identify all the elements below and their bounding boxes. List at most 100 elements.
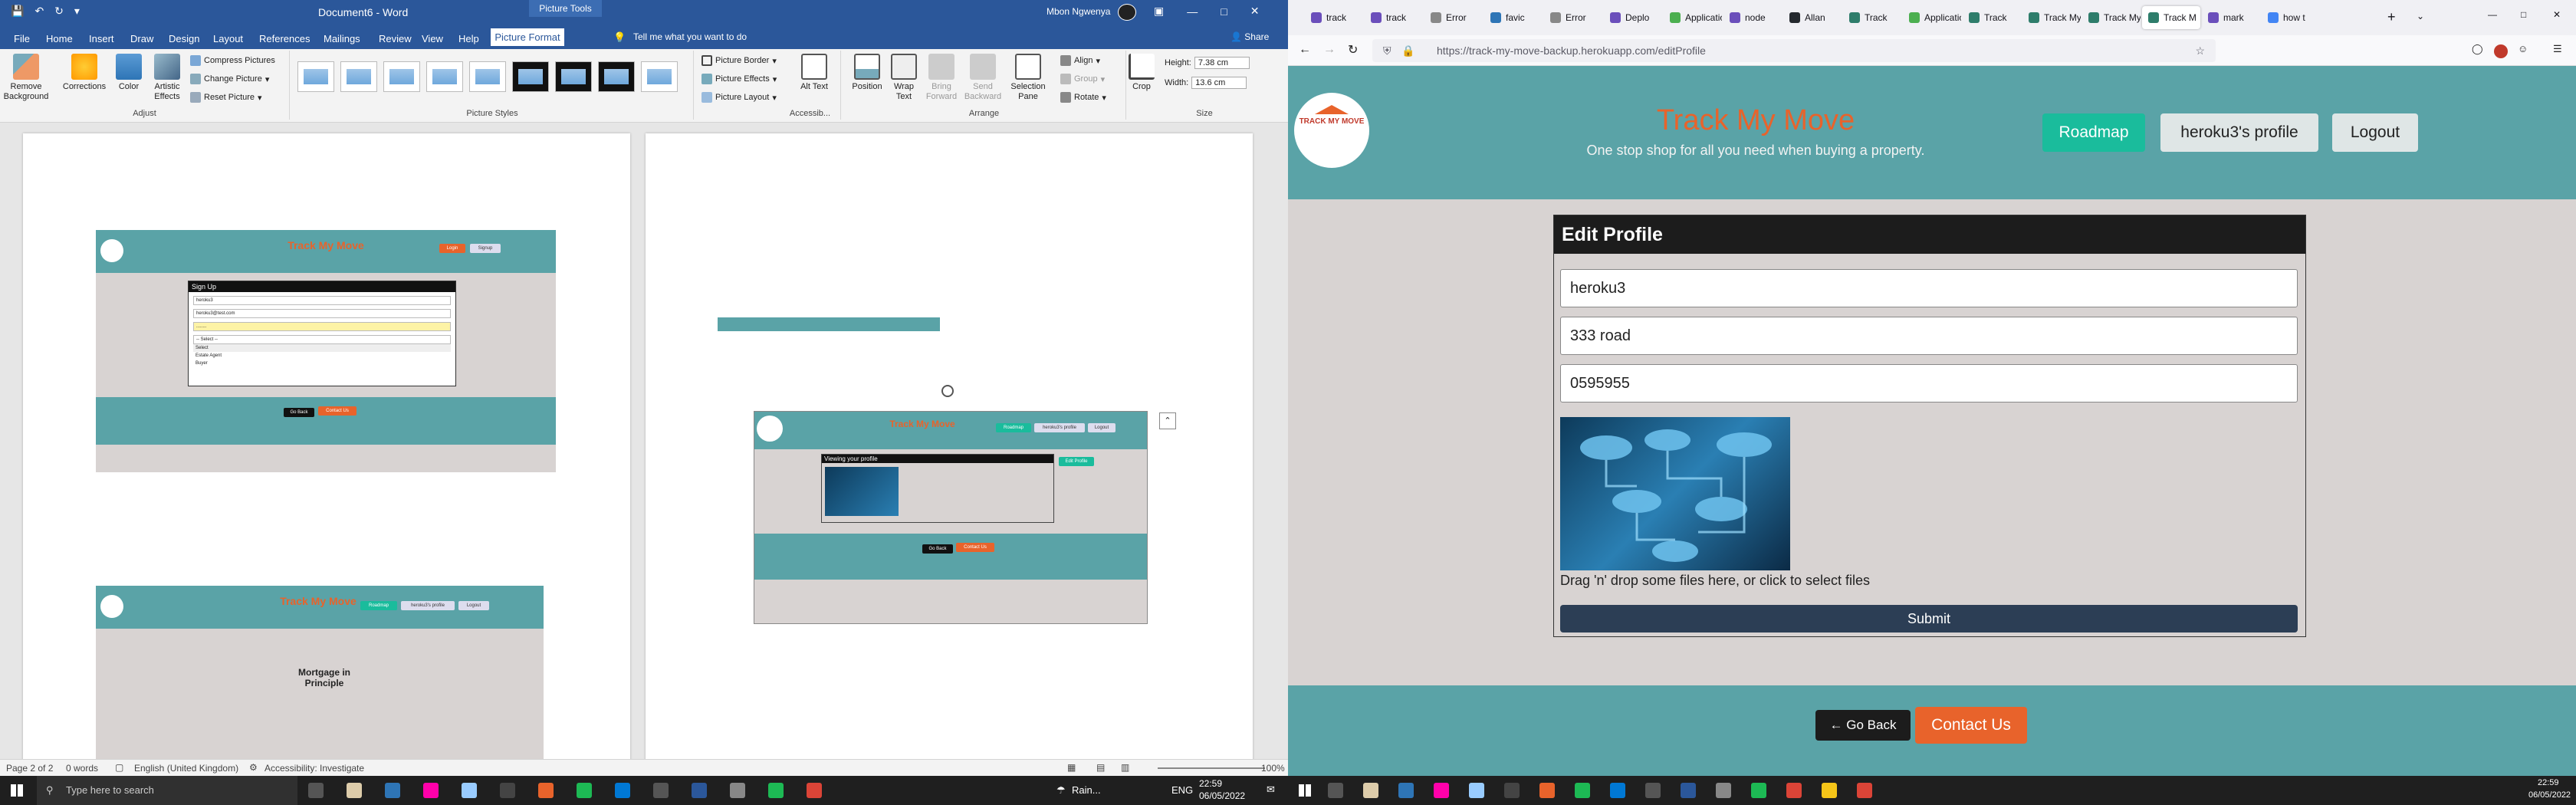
tab-list-icon[interactable]: ⌄ (2417, 11, 2424, 21)
redo-icon[interactable]: ↻ (54, 5, 64, 18)
proofing-icon[interactable]: ▢ (115, 762, 123, 773)
ribbon-tab-references[interactable]: References (259, 33, 324, 44)
word-count[interactable]: 0 words (66, 763, 98, 774)
taskbar-app-icon[interactable] (423, 783, 439, 798)
selection-pane-button[interactable]: Selection Pane (1007, 54, 1050, 102)
taskbar-app-icon[interactable] (768, 783, 784, 798)
taskbar-app-icon[interactable] (653, 783, 669, 798)
page-count[interactable]: Page 2 of 2 (6, 763, 53, 774)
alt-text-button[interactable]: Alt Text (795, 54, 833, 92)
browser-tab[interactable]: Track (1843, 6, 1901, 29)
width-input[interactable]: 13.6 cm (1191, 77, 1247, 89)
signup-screenshot[interactable]: Track My Move Login Signup Sign Up herok… (96, 230, 556, 472)
position-button[interactable]: Position (849, 54, 886, 92)
taskbar-app-icon[interactable] (308, 783, 324, 798)
print-layout-icon[interactable]: ▤ (1096, 762, 1105, 773)
zoom-slider[interactable] (1158, 767, 1265, 769)
picture-effects-button[interactable]: Picture Effects ▾ (702, 74, 777, 84)
clock-date[interactable]: 06/05/2022 (1199, 790, 1245, 801)
taskbar-app-icon[interactable] (1398, 783, 1414, 798)
taskbar-app-icon[interactable] (1539, 783, 1555, 798)
picture-border-button[interactable]: Picture Border ▾ (702, 55, 777, 66)
user-avatar[interactable] (1118, 4, 1136, 21)
taskbar-app-icon[interactable] (1681, 783, 1696, 798)
wrap-text-button[interactable]: Wrap Text (889, 54, 919, 102)
new-tab-icon[interactable]: + (2387, 9, 2396, 25)
go-back-button[interactable]: ← Go Back (1815, 710, 1911, 741)
windows-start-icon-right[interactable] (1299, 784, 1311, 797)
rotate-handle-icon[interactable] (941, 385, 954, 397)
ribbon-tab-design[interactable]: Design (169, 33, 213, 44)
clock-date-right[interactable]: 06/05/2022 (2528, 790, 2571, 800)
taskbar-app-icon[interactable] (1363, 783, 1378, 798)
browser-tab[interactable]: node (1723, 6, 1782, 29)
windows-start-icon[interactable] (11, 784, 23, 797)
browser-tab[interactable]: mark (2202, 6, 2260, 29)
taskbar-app-icon[interactable] (1857, 783, 1872, 798)
submit-button[interactable]: Submit (1560, 605, 2298, 632)
reset-picture-button[interactable]: Reset Picture ▾ (190, 92, 262, 103)
browser-tab[interactable]: Track My (2022, 6, 2081, 29)
taskbar-app-icon[interactable] (538, 783, 554, 798)
bring-forward-button[interactable]: Bring Forward (922, 54, 961, 102)
back-icon[interactable]: ← (1299, 43, 1311, 57)
change-picture-button[interactable]: Change Picture ▾ (190, 74, 269, 84)
picture-style-option[interactable] (297, 61, 334, 92)
ribbon-display-icon[interactable]: ▣ (1154, 5, 1164, 18)
artistic-effects-button[interactable]: Artistic Effects (147, 54, 187, 102)
roadmap-button[interactable]: Roadmap (2042, 113, 2145, 152)
picture-layout-button[interactable]: Picture Layout ▾ (702, 92, 777, 103)
taskbar-app-icon[interactable] (462, 783, 477, 798)
profile-button[interactable]: heroku3's profile (2160, 113, 2318, 152)
document-page-1[interactable]: Track My Move Login Signup Sign Up herok… (23, 133, 630, 762)
account-icon[interactable]: ☺ (2518, 43, 2528, 54)
taskbar-app-icon[interactable] (692, 783, 707, 798)
close-icon[interactable]: ✕ (1250, 5, 1260, 18)
ribbon-tab-picture-format[interactable]: Picture Format (491, 28, 564, 46)
ribbon-tab-mailings[interactable]: Mailings (324, 33, 379, 44)
browser-tab[interactable]: track (1365, 6, 1423, 29)
extension-icon[interactable] (2494, 44, 2508, 58)
browser-minimize-icon[interactable]: — (2488, 9, 2497, 20)
taskbar-app-icon[interactable] (1716, 783, 1731, 798)
address-input[interactable]: 333 road (1560, 317, 2298, 355)
maximize-icon[interactable]: □ (1221, 5, 1227, 18)
zoom-level[interactable]: 100% (1261, 763, 1285, 774)
picture-style-option[interactable] (426, 61, 463, 92)
taskbar-search[interactable]: ⚲ Type here to search (37, 776, 297, 805)
picture-style-option[interactable] (512, 61, 549, 92)
document-page-2[interactable]: Track My Move Roadmap heroku3's profile … (646, 133, 1253, 762)
ribbon-tab-help[interactable]: Help (458, 33, 491, 44)
taskbar-app-icon[interactable] (1469, 783, 1484, 798)
browser-tab[interactable]: how t (2262, 6, 2320, 29)
picture-style-option[interactable] (383, 61, 420, 92)
tell-me-search[interactable]: Tell me what you want to do (633, 31, 747, 42)
crop-button[interactable]: Crop (1128, 54, 1155, 92)
mortgage-screenshot[interactable]: Track My Move Roadmap heroku3's profile … (96, 586, 544, 762)
taskbar-app-icon[interactable] (1328, 783, 1343, 798)
ribbon-tab-insert[interactable]: Insert (89, 33, 130, 44)
corrections-button[interactable]: Corrections (63, 54, 106, 92)
save-icon[interactable]: 💾 (11, 5, 24, 18)
taskbar-app-icon[interactable] (577, 783, 592, 798)
bookmark-star-icon[interactable]: ☆ (2195, 39, 2205, 62)
address-bar[interactable]: ⛨ 🔒 https://track-my-move-backup.herokua… (1372, 39, 2216, 62)
language[interactable]: English (United Kingdom) (134, 763, 238, 774)
taskbar-app-icon[interactable] (1751, 783, 1766, 798)
input-language[interactable]: ENG (1171, 784, 1193, 796)
focus-icon[interactable]: ▦ (1067, 762, 1076, 773)
height-input[interactable]: 7.38 cm (1194, 57, 1250, 69)
browser-tab[interactable]: Error (1424, 6, 1483, 29)
taskbar-app-icon[interactable] (1434, 783, 1449, 798)
minimize-icon[interactable]: — (1187, 5, 1198, 18)
remove-background-button[interactable]: Remove Background (4, 54, 48, 102)
taskbar-app-icon[interactable] (347, 783, 362, 798)
ribbon-tab-view[interactable]: View (422, 33, 458, 44)
compress-pictures-button[interactable]: Compress Pictures (190, 55, 275, 66)
align-button[interactable]: Align ▾ (1060, 55, 1100, 66)
ribbon-tab-review[interactable]: Review (379, 33, 422, 44)
send-backward-button[interactable]: Send Backward (962, 54, 1004, 102)
browser-tab[interactable]: Applicatio (1664, 6, 1722, 29)
browser-tab[interactable]: Track My (2082, 6, 2141, 29)
browser-maximize-icon[interactable]: □ (2521, 9, 2526, 20)
